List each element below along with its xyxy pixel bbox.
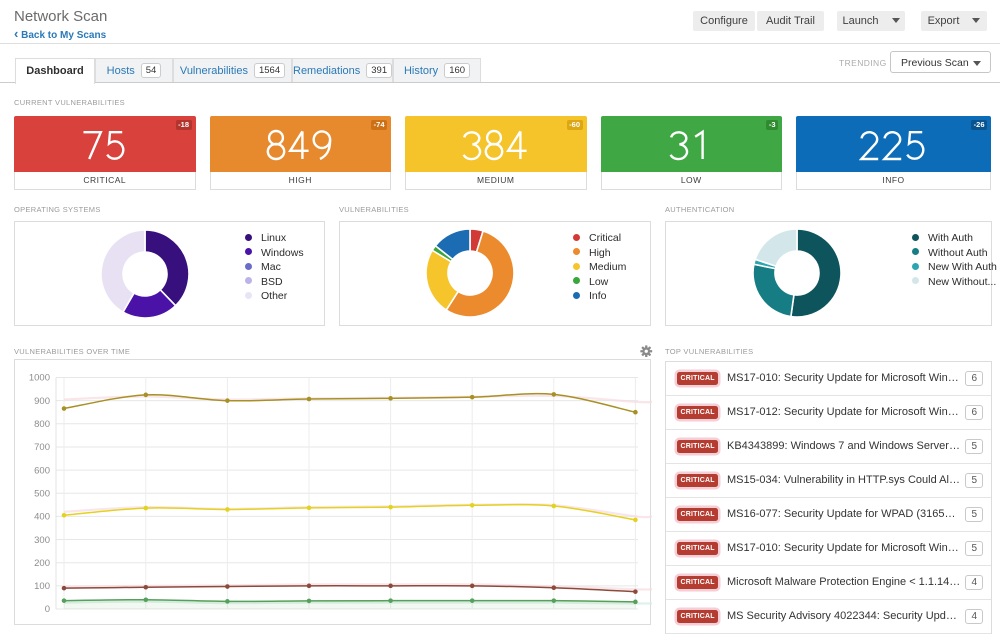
svg-text:700: 700	[34, 442, 50, 453]
svg-text:100: 100	[34, 581, 50, 592]
svg-text:900: 900	[34, 396, 50, 407]
svg-text:0: 0	[45, 604, 50, 615]
svg-text:800: 800	[34, 419, 50, 430]
svg-text:500: 500	[34, 488, 50, 499]
svg-text:400: 400	[34, 512, 50, 523]
svg-text:1000: 1000	[29, 373, 50, 384]
svg-text:300: 300	[34, 535, 50, 546]
svg-text:200: 200	[34, 558, 50, 569]
svg-text:600: 600	[34, 465, 50, 476]
